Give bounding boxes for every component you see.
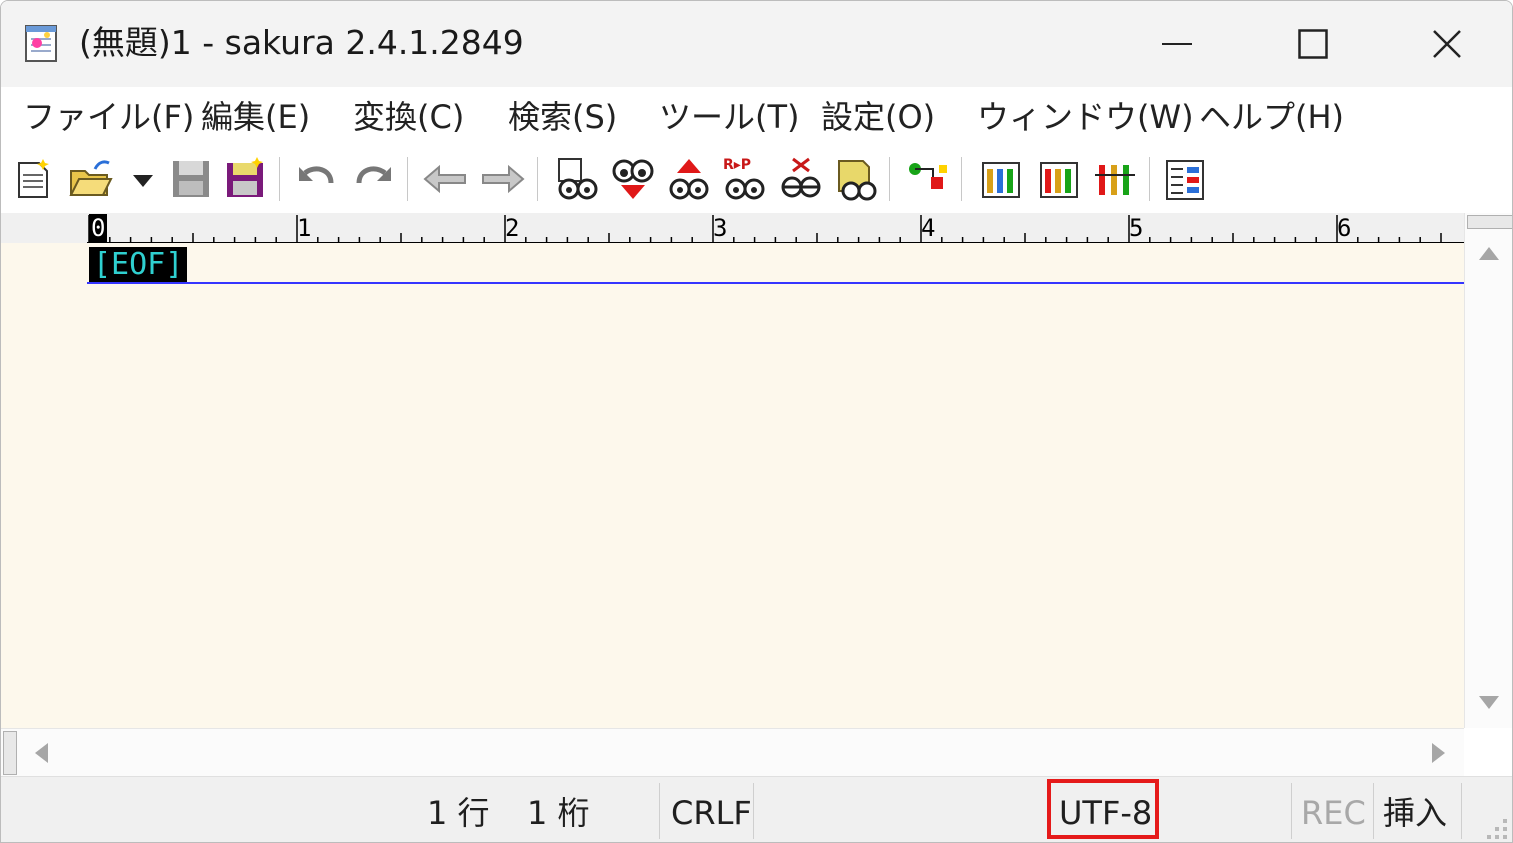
maximize-button[interactable] [1245, 1, 1381, 87]
jump-back-icon[interactable] [421, 155, 469, 203]
grep-icon[interactable] [833, 155, 881, 203]
window-list-icon[interactable] [1161, 155, 1209, 203]
font-settings-icon[interactable] [1091, 155, 1139, 203]
status-column: 1 桁 [527, 794, 590, 832]
menu-edit[interactable]: 編集(E) [201, 97, 310, 137]
ruler-ticks [87, 215, 1464, 243]
horizontal-scrollbar[interactable] [1, 728, 1464, 777]
redo-icon[interactable] [349, 155, 397, 203]
close-icon [1433, 30, 1461, 58]
replace-icon[interactable]: R▸P [721, 155, 769, 203]
status-separator [659, 783, 660, 839]
editor-window: (無題)1 - sakura 2.4.1.2849 ファイル(F) 編集(E) … [0, 0, 1513, 843]
common-settings-icon[interactable] [977, 155, 1025, 203]
find-next-icon[interactable] [609, 155, 657, 203]
find-icon[interactable] [553, 155, 601, 203]
ruler-label: 3 [713, 214, 728, 242]
type-settings-icon[interactable] [1035, 155, 1083, 203]
status-separator [1291, 783, 1292, 839]
menu-file[interactable]: ファイル(F) [23, 97, 194, 137]
find-prev-icon[interactable] [665, 155, 713, 203]
vertical-split-box[interactable] [1467, 215, 1512, 229]
toolbar-separator [961, 157, 962, 201]
status-insert-mode[interactable]: 挿入 [1383, 793, 1447, 833]
menu-search[interactable]: 検索(S) [508, 97, 617, 137]
toolbar: R▸P [1, 147, 1512, 213]
ruler-label: 0 [89, 214, 108, 242]
toolbar-separator [537, 157, 538, 201]
save-icon[interactable] [167, 155, 215, 203]
toolbar-separator [1149, 157, 1150, 201]
jump-forward-icon[interactable] [479, 155, 527, 203]
save-as-icon[interactable] [221, 155, 269, 203]
scroll-left-icon[interactable] [33, 742, 49, 764]
resize-grip-icon[interactable] [1481, 813, 1509, 841]
ruler-label: 4 [921, 214, 936, 242]
dropdown-arrow-icon[interactable] [119, 155, 159, 203]
close-button[interactable] [1379, 1, 1512, 87]
column-ruler: 0 1 2 3 4 5 6 [1, 213, 1464, 243]
menu-tools[interactable]: ツール(T) [659, 97, 800, 137]
ruler-label: 1 [297, 214, 312, 242]
status-newline[interactable]: CRLF [671, 793, 752, 833]
ruler-label: 2 [505, 214, 520, 242]
clear-mark-icon[interactable] [777, 155, 825, 203]
open-file-icon[interactable] [67, 155, 115, 203]
sakura-app-icon[interactable] [23, 21, 59, 63]
status-bar: 1 行 1 桁 CRLF UTF-8 REC 挿入 [1, 776, 1512, 842]
eof-marker: [EOF] [89, 247, 188, 283]
title-bar: (無題)1 - sakura 2.4.1.2849 [1, 1, 1512, 87]
status-line: 1 行 [427, 794, 490, 832]
menu-window[interactable]: ウィンドウ(W) [977, 97, 1194, 137]
status-separator [1373, 783, 1374, 839]
toolbar-separator [889, 157, 890, 201]
status-separator [1461, 783, 1462, 839]
text-editor-area[interactable]: [EOF] [1, 243, 1464, 728]
horizontal-split-box[interactable] [3, 731, 17, 775]
window-title: (無題)1 - sakura 2.4.1.2849 [79, 23, 524, 62]
scroll-down-icon[interactable] [1478, 695, 1500, 711]
toolbar-separator [279, 157, 280, 201]
scroll-right-icon[interactable] [1431, 742, 1447, 764]
menu-help[interactable]: ヘルプ(H) [1199, 97, 1344, 137]
status-separator [753, 783, 754, 839]
scrollbar-corner [1464, 728, 1512, 776]
undo-icon[interactable] [293, 155, 341, 203]
menu-settings[interactable]: 設定(O) [821, 97, 935, 137]
svg-text:R▸P: R▸P [723, 157, 751, 173]
new-file-icon[interactable] [9, 155, 57, 203]
scroll-up-icon[interactable] [1478, 245, 1500, 261]
cursor-line-underline [87, 282, 1464, 284]
status-rec: REC [1301, 794, 1366, 832]
menu-convert[interactable]: 変換(C) [353, 97, 464, 137]
ruler-label: 5 [1129, 214, 1144, 242]
toolbar-separator [407, 157, 408, 201]
ruler-label: 6 [1337, 214, 1352, 242]
maximize-icon [1298, 29, 1328, 59]
encoding-highlight-box [1047, 779, 1159, 839]
line-number-gutter [1, 243, 87, 728]
minimize-button[interactable] [1109, 1, 1245, 87]
menu-bar: ファイル(F) 編集(E) 変換(C) 検索(S) ツール(T) 設定(O) ウ… [1, 87, 1512, 147]
outline-icon[interactable] [903, 155, 951, 203]
minimize-icon [1162, 43, 1192, 45]
vertical-scrollbar[interactable] [1464, 213, 1512, 728]
